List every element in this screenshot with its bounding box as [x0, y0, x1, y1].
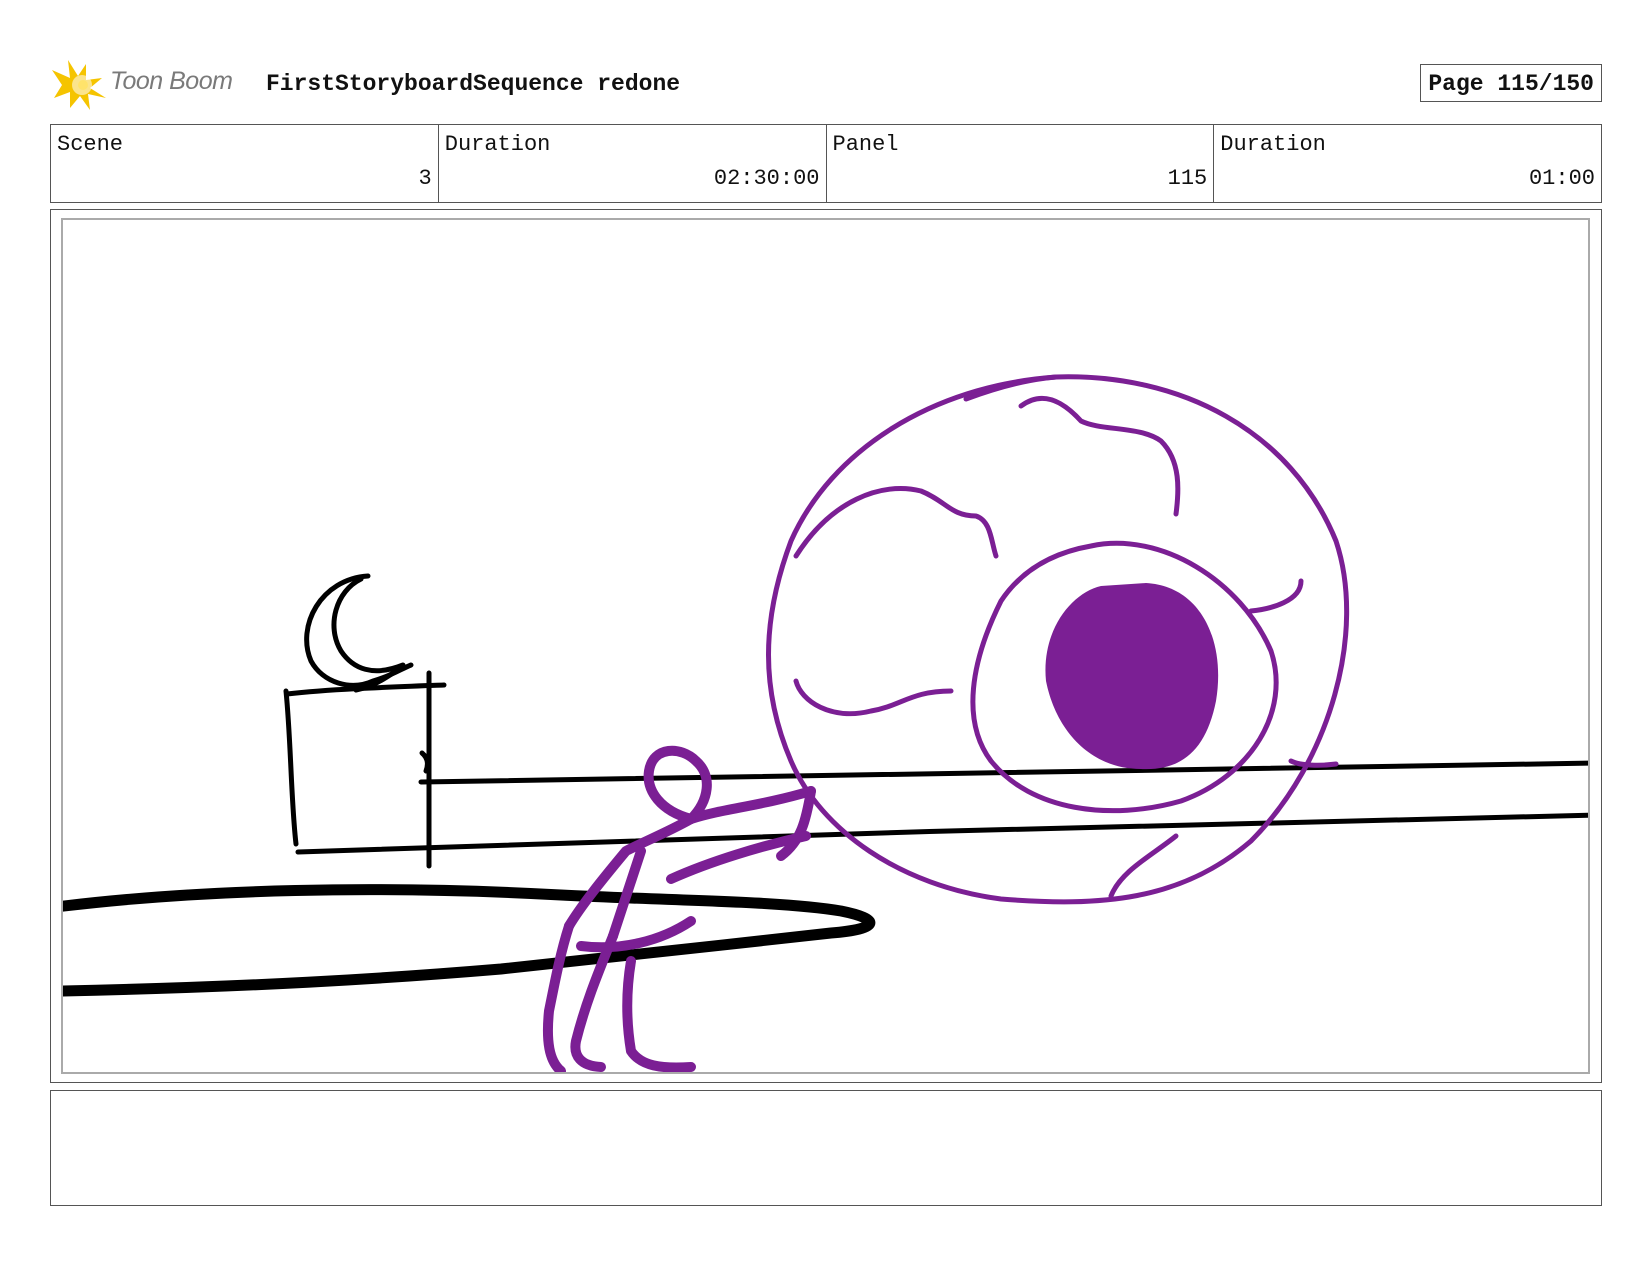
- panel-duration-cell: Duration 01:00: [1213, 125, 1601, 202]
- panel-cell: Panel 115: [825, 125, 1214, 202]
- ground-road-strokes: [63, 884, 876, 997]
- scene-label: Scene: [57, 132, 124, 157]
- document-title: FirstStoryboardSequence redone: [266, 71, 681, 97]
- panel-info-table: Scene 3 Duration 02:30:00 Panel 115 Dura…: [50, 124, 1602, 203]
- panel-value: 115: [1167, 166, 1208, 191]
- scene-duration-label: Duration: [444, 132, 551, 157]
- scene-duration-cell: Duration 02:30:00: [437, 125, 826, 202]
- toon-boom-logo: Toon Boom: [52, 58, 252, 112]
- storyboard-panel-frame: [50, 209, 1602, 1083]
- panel-duration-label: Duration: [1220, 132, 1326, 157]
- scene-cell: Scene 3: [51, 125, 438, 202]
- storyboard-drawing-area: [61, 218, 1590, 1074]
- scene-value: 3: [418, 166, 432, 191]
- storyboard-sketch: [63, 374, 1588, 1072]
- page-indicator: Page 115/150: [1420, 64, 1602, 102]
- iris-pupil: [1045, 583, 1219, 770]
- page-header: Toon Boom FirstStoryboardSequence redone…: [50, 58, 1602, 112]
- scene-duration-value: 02:30:00: [713, 166, 820, 191]
- panel-notes-box: [50, 1090, 1602, 1206]
- box-structure: [283, 670, 447, 869]
- moon-icon: [304, 573, 414, 693]
- star-burst-icon: [52, 60, 106, 110]
- rail-lines: [295, 760, 1588, 855]
- brand-name: Toon Boom: [110, 67, 233, 95]
- pushing-character: [542, 745, 816, 1072]
- panel-label: Panel: [832, 132, 899, 157]
- panel-duration-value: 01:00: [1528, 166, 1595, 191]
